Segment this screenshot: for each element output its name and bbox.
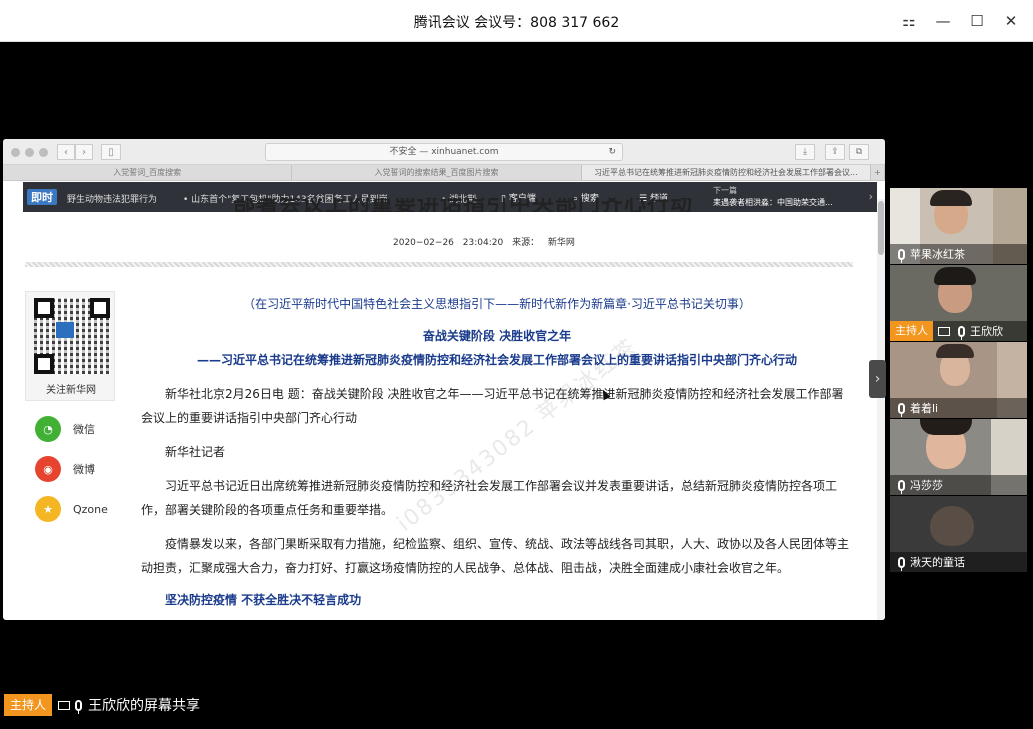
article-paragraph: 新华社北京2月26日电 题：奋战关键阶段 决胜收官之年——习近平总书记在统筹推进… xyxy=(141,387,844,425)
divider xyxy=(25,262,853,267)
window-controls: ⚏ — ☐ ✕ xyxy=(895,8,1025,34)
microphone-icon xyxy=(898,556,905,571)
participant-name-bar: 湫天的童话 xyxy=(890,552,1027,572)
participant-tile[interactable]: 苹果冰红茶 xyxy=(890,188,1027,264)
site-logo[interactable]: 即时 xyxy=(27,189,57,205)
xinhua-logo-icon xyxy=(56,322,74,338)
article-subtitle: ——习近平总书记在统筹推进新冠肺炎疫情防控和经济社会发展工作部署会议上的重要讲话… xyxy=(196,353,797,367)
meeting-title: 腾讯会议 会议号：808 317 662 xyxy=(413,15,620,31)
host-badge: 主持人 xyxy=(890,321,933,341)
article-headline: 部署会议上的重要讲话指引中央部门齐心行动 xyxy=(233,198,694,212)
screen-share-status: 主持人 王欣欣的屏幕共享 xyxy=(4,694,200,716)
ticker-item[interactable]: 野生动物违法犯罪行为 xyxy=(67,192,157,205)
collapse-panel-button[interactable]: › xyxy=(869,360,886,398)
chevron-right-icon[interactable]: › xyxy=(869,190,873,203)
zoom-dot-icon xyxy=(39,148,48,157)
article-page: 部署会议上的重要讲话指引中央部门齐心行动 2020−02−26 23:04:20… xyxy=(23,198,877,620)
tabs-icon[interactable]: ⧉ xyxy=(849,144,869,160)
microphone-icon xyxy=(75,699,83,714)
host-badge: 主持人 xyxy=(4,694,53,716)
qzone-icon: ★ xyxy=(35,496,61,522)
microphone-icon xyxy=(898,248,905,263)
reload-icon[interactable]: ↻ xyxy=(608,144,616,160)
download-icon[interactable]: ⤓ xyxy=(795,144,815,160)
qr-label: 关注新华网 xyxy=(46,385,96,396)
article-date: 2020−02−26 23:04:20 xyxy=(393,238,504,248)
minimize-button[interactable]: — xyxy=(929,8,957,34)
forward-icon[interactable]: › xyxy=(75,144,93,160)
participant-tile[interactable]: ⌄ 湫天的童话 xyxy=(890,496,1027,572)
participant-tile[interactable]: 冯莎莎 xyxy=(890,419,1027,495)
share-qzone[interactable]: ★ Qzone xyxy=(35,496,108,522)
maximize-button[interactable]: ☐ xyxy=(963,8,991,34)
meeting-titlebar: 腾讯会议 会议号：808 317 662 ⚏ — ☐ ✕ xyxy=(0,0,1033,42)
article-meta: 2020−02−26 23:04:20 来源： 新华网 xyxy=(393,235,575,248)
sidebar-icon[interactable]: ▯ xyxy=(101,144,121,160)
participant-name-bar: 主持人 王欣欣 xyxy=(890,321,1027,341)
article-section-heading: 坚决防控疫情 不获全胜决不轻言成功 xyxy=(165,593,362,607)
share-wechat[interactable]: ◔ 微信 xyxy=(35,416,95,442)
article-series: （在习近平新时代中国特色社会主义思想指引下——新时代新作为新篇章·习近平总书记关… xyxy=(243,297,751,311)
article-source: 来源： 新华网 xyxy=(512,238,575,248)
new-tab-icon[interactable]: + xyxy=(871,165,885,180)
qr-code-box: 关注新华网 xyxy=(25,291,115,401)
url-text: 不安全 — xinhuanet.com xyxy=(389,147,499,157)
participant-tile[interactable]: 主持人 王欣欣 xyxy=(890,265,1027,341)
shared-screen-browser: ‹ › ▯ 不安全 — xinhuanet.com ↻ ⤓ ⇪ ⧉ 入党誓词_百… xyxy=(3,139,885,620)
wechat-icon: ◔ xyxy=(35,416,61,442)
back-icon[interactable]: ‹ xyxy=(57,144,75,160)
page-scrollbar[interactable] xyxy=(877,199,885,620)
share-weibo[interactable]: ◉ 微博 xyxy=(35,456,95,482)
layout-icon[interactable]: ⚏ xyxy=(895,8,923,34)
participant-face xyxy=(930,506,974,546)
participant-name-bar: 冯莎莎 xyxy=(890,475,1027,495)
article-title: 奋战关键阶段 决胜收官之年 xyxy=(422,329,572,343)
share-icon[interactable]: ⇪ xyxy=(825,144,845,160)
participant-name-bar: 苹果冰红茶 xyxy=(890,244,1027,264)
microphone-icon xyxy=(898,479,905,494)
scroll-thumb[interactable] xyxy=(878,201,884,255)
share-status-text: 王欣欣的屏幕共享 xyxy=(88,698,201,714)
article-paragraph: 习近平总书记近日出席统筹推进新冠肺炎疫情防控和经济社会发展工作部署会议并发表重要… xyxy=(141,479,838,517)
microphone-icon xyxy=(898,402,905,417)
screen-share-icon xyxy=(938,326,950,336)
chevron-right-icon: › xyxy=(874,371,881,387)
participant-tile[interactable]: 着着li xyxy=(890,342,1027,418)
minimize-dot-icon xyxy=(25,148,34,157)
browser-tab-active[interactable]: 习近平总书记在统筹推进新冠肺炎疫情防控和经济社会发展工作部署会议... xyxy=(581,165,871,180)
browser-tab[interactable]: 入党誓词_百度搜索 xyxy=(3,165,293,180)
article-paragraph: 疫情暴发以来，各部门果断采取有力措施，纪检监察、组织、宣传、统战、政法等战线各司… xyxy=(141,537,850,575)
browser-tabs: 入党誓词_百度搜索 入党誓词的搜索结果_百度图片搜索 习近平总书记在统筹推进新冠… xyxy=(3,165,885,181)
next-article[interactable]: 下一篇 耒遇袭者相洪淼：中国助荣交通... xyxy=(713,185,847,209)
participant-name-bar: 着着li xyxy=(890,398,1027,418)
close-dot-icon xyxy=(11,148,20,157)
weibo-icon: ◉ xyxy=(35,456,61,482)
close-button[interactable]: ✕ xyxy=(997,8,1025,34)
browser-tab[interactable]: 入党誓词的搜索结果_百度图片搜索 xyxy=(292,165,582,180)
microphone-icon xyxy=(958,325,965,340)
screen-share-icon xyxy=(58,700,71,710)
address-bar[interactable]: 不安全 — xinhuanet.com ↻ xyxy=(265,143,623,161)
browser-toolbar: ‹ › ▯ 不安全 — xinhuanet.com ↻ ⤓ ⇪ ⧉ xyxy=(3,139,885,165)
